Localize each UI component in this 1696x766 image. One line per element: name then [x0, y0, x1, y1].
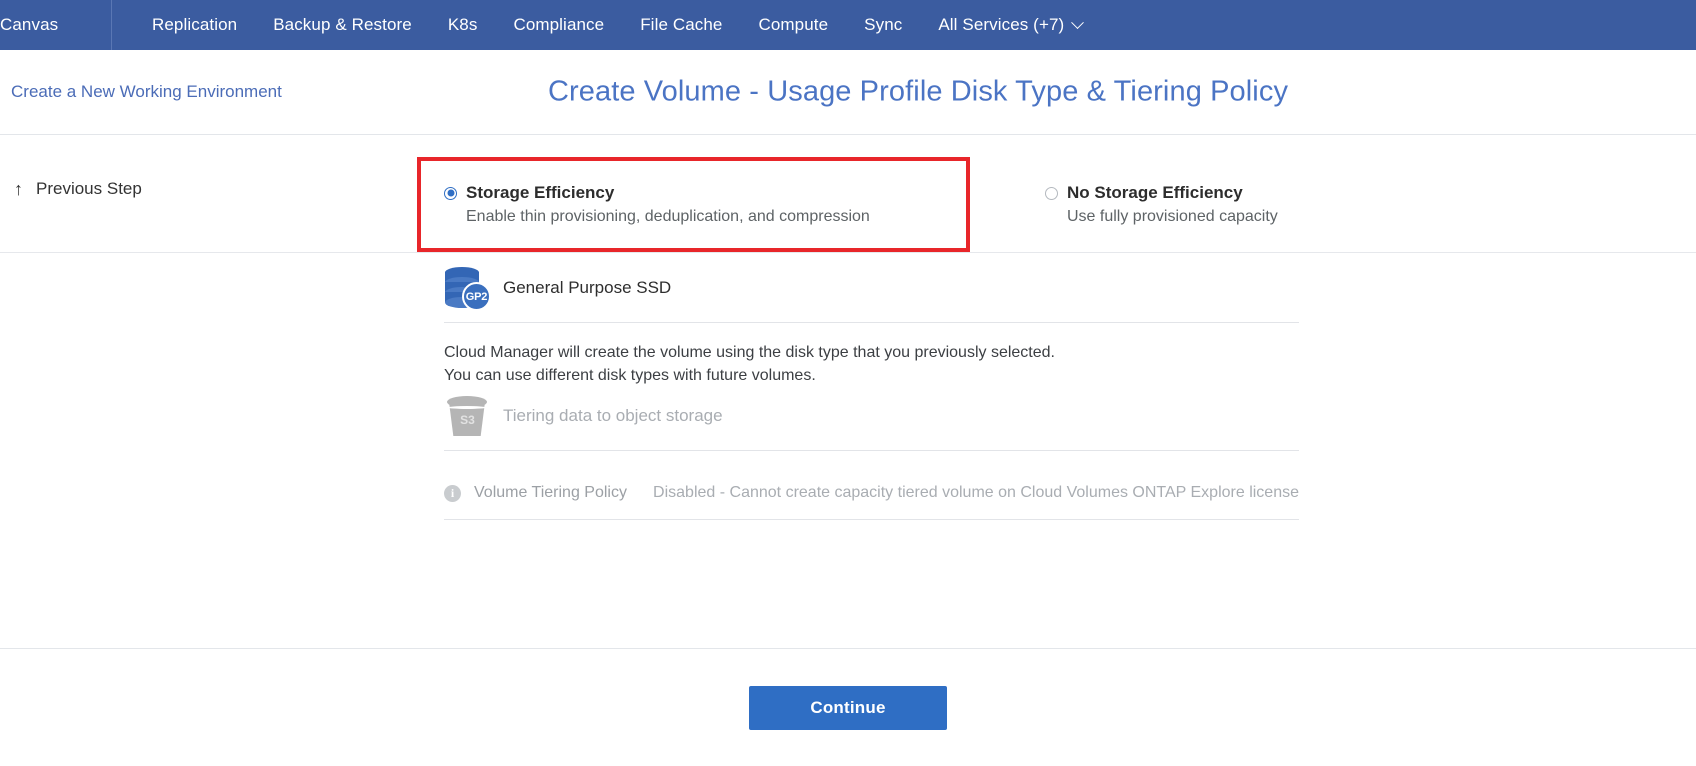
s3-bucket-band — [448, 406, 486, 409]
volume-tiering-policy-value: Disabled - Cannot create capacity tiered… — [653, 484, 1299, 502]
app-window: Canvas Replication Backup & Restore K8s … — [0, 0, 1696, 766]
disk-type-note: Cloud Manager will create the volume usi… — [444, 341, 1299, 387]
nav-item-sync[interactable]: Sync — [846, 0, 920, 50]
page-header: Create a New Working Environment Create … — [0, 50, 1696, 135]
footer-bar: Continue — [0, 648, 1696, 766]
nav-item-file-cache-label: File Cache — [640, 0, 722, 50]
nav-item-backup-restore[interactable]: Backup & Restore — [255, 0, 430, 50]
gp2-database-icon: GP2 — [444, 265, 491, 311]
nav-item-replication[interactable]: Replication — [134, 0, 255, 50]
option-storage-efficiency-title: Storage Efficiency — [466, 183, 614, 203]
disk-type-note-line2: You can use different disk types with fu… — [444, 364, 1299, 387]
nav-item-compute[interactable]: Compute — [740, 0, 846, 50]
nav-item-compliance[interactable]: Compliance — [495, 0, 622, 50]
option-storage-efficiency[interactable]: Storage Efficiency Enable thin provision… — [444, 183, 870, 226]
nav-item-all-services[interactable]: All Services (+7) — [920, 0, 1100, 50]
tiering-panel: S3 Tiering data to object storage i Volu… — [444, 393, 1299, 520]
usage-profile-options: Storage Efficiency Enable thin provision… — [0, 151, 1696, 253]
option-no-storage-efficiency-head: No Storage Efficiency — [1045, 183, 1278, 203]
top-navigation-bar: Canvas Replication Backup & Restore K8s … — [0, 0, 1696, 50]
option-storage-efficiency-head: Storage Efficiency — [444, 183, 870, 203]
nav-item-k8s-label: K8s — [448, 0, 478, 50]
nav-item-file-cache[interactable]: File Cache — [622, 0, 740, 50]
chevron-down-icon — [1071, 16, 1084, 29]
info-icon[interactable]: i — [444, 485, 461, 502]
main-content: ↑ Previous Step Storage Efficiency Enabl… — [0, 135, 1696, 648]
breadcrumb[interactable]: Create a New Working Environment — [11, 82, 282, 102]
nav-item-k8s[interactable]: K8s — [430, 0, 496, 50]
disk-type-header: GP2 General Purpose SSD — [444, 265, 1299, 323]
option-storage-efficiency-desc: Enable thin provisioning, deduplication,… — [466, 208, 870, 226]
volume-tiering-policy-row: i Volume Tiering Policy Disabled - Canno… — [444, 467, 1299, 520]
nav-item-all-services-label: All Services (+7) — [938, 0, 1064, 50]
page-title: Create Volume - Usage Profile Disk Type … — [548, 76, 1288, 109]
radio-no-storage-efficiency[interactable] — [1045, 187, 1058, 200]
s3-badge-label: S3 — [444, 413, 491, 427]
nav-item-canvas-label: Canvas — [0, 0, 58, 50]
disk-type-note-line1: Cloud Manager will create the volume usi… — [444, 341, 1299, 364]
tiering-title: Tiering data to object storage — [503, 406, 723, 426]
nav-item-canvas[interactable]: Canvas — [0, 0, 112, 50]
option-no-storage-efficiency-title: No Storage Efficiency — [1067, 183, 1243, 203]
volume-tiering-policy-label: Volume Tiering Policy — [474, 484, 640, 502]
gp2-badge-label: GP2 — [462, 282, 491, 311]
nav-item-compliance-label: Compliance — [513, 0, 604, 50]
option-no-storage-efficiency[interactable]: No Storage Efficiency Use fully provisio… — [1045, 183, 1278, 226]
nav-item-sync-label: Sync — [864, 0, 902, 50]
radio-storage-efficiency[interactable] — [444, 187, 457, 200]
disk-type-panel: GP2 General Purpose SSD Cloud Manager wi… — [444, 265, 1299, 387]
option-no-storage-efficiency-desc: Use fully provisioned capacity — [1067, 208, 1278, 226]
nav-item-compute-label: Compute — [758, 0, 828, 50]
nav-item-replication-label: Replication — [152, 0, 237, 50]
disk-type-title: General Purpose SSD — [503, 278, 671, 298]
nav-item-backup-restore-label: Backup & Restore — [273, 0, 412, 50]
tiering-header: S3 Tiering data to object storage — [444, 393, 1299, 451]
s3-bucket-icon: S3 — [444, 393, 491, 439]
continue-button[interactable]: Continue — [749, 686, 947, 730]
